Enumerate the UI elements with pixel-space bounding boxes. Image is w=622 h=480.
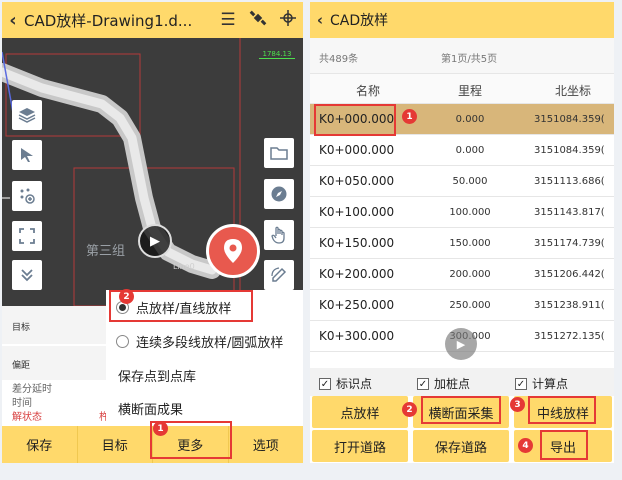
time-label: 时间 xyxy=(12,398,32,409)
screenshot-root: ‹ CAD放样-Drawing1.d... ☰ 1784.13 第三组 Line… xyxy=(0,0,622,480)
table-row[interactable]: K0+100.000 100.000 3151143.817( xyxy=(310,197,614,228)
badge-step-4-right: 4 xyxy=(518,438,533,453)
map-canvas[interactable]: 1784.13 第三组 Line0 ▶ xyxy=(2,38,303,306)
add-point-icon[interactable] xyxy=(12,181,42,211)
badge-step-1-left: 1 xyxy=(153,421,168,436)
table-row[interactable]: K0+050.000 50.000 3151113.686( xyxy=(310,166,614,197)
target-label: 目标 xyxy=(12,323,31,333)
map-drawing xyxy=(2,38,241,306)
back-icon[interactable]: ‹ xyxy=(310,11,330,29)
more-popup-menu: 点放样/直线放样 连续多段线放样/圆弧放样 保存点到点库 横断面成果 xyxy=(106,290,303,426)
satellite-icon[interactable] xyxy=(243,9,273,32)
menu-item-polyline-arc-stakeout[interactable]: 连续多段线放样/圆弧放样 xyxy=(106,326,303,356)
scale-bar: 1784.13 xyxy=(259,50,295,59)
group-label: 第三组 xyxy=(86,244,126,259)
column-mileage: 里程 xyxy=(457,84,482,98)
badge-step-2-left: 2 xyxy=(119,289,134,304)
diff-delay-label: 差分延时 xyxy=(12,384,52,395)
layers-icon[interactable] xyxy=(12,100,42,130)
target-row: 目标 xyxy=(2,306,106,344)
location-pin-icon[interactable] xyxy=(206,224,260,278)
table-row[interactable]: K0+000.000 0.000 3151084.359( xyxy=(310,135,614,166)
radio-unselected-icon[interactable] xyxy=(116,334,129,348)
hand-icon[interactable] xyxy=(264,220,294,250)
save-road-button[interactable]: 保存道路 xyxy=(413,430,509,462)
badge-step-2-right: 2 xyxy=(402,402,417,417)
checkbox-added-stake[interactable]: ✓ 加桩点 xyxy=(417,375,470,392)
tab-options[interactable]: 选项 xyxy=(229,426,304,463)
select-arrow-icon[interactable] xyxy=(12,140,42,170)
badge-step-3-right: 3 xyxy=(510,397,525,412)
play-overlay-icon[interactable]: ▶ xyxy=(445,328,477,360)
column-name: 名称 xyxy=(355,84,380,98)
cross-section-collect-button[interactable]: 横断面采集 xyxy=(413,396,509,428)
crosshair-icon[interactable] xyxy=(273,9,303,32)
compass-icon[interactable] xyxy=(264,179,294,209)
table-row[interactable]: K0+200.000 200.000 3151206.442( xyxy=(310,259,614,290)
check-icon: ✓ xyxy=(319,377,331,390)
bottom-tab-bar: 保存 目标 更多 选项 xyxy=(2,426,303,463)
list-stats: 共489条 第1页/共5页 xyxy=(310,38,614,74)
header-bar: ‹ CAD放样 xyxy=(310,2,614,38)
play-icon[interactable]: ▶ xyxy=(138,224,172,258)
open-road-button[interactable]: 打开道路 xyxy=(312,430,408,462)
tab-save[interactable]: 保存 xyxy=(2,426,78,463)
menu-icon[interactable]: ☰ xyxy=(213,10,243,30)
centerline-stakeout-button[interactable]: 中线放样 xyxy=(514,396,612,428)
page-title: CAD放样 xyxy=(330,13,389,29)
check-icon: ✓ xyxy=(515,377,527,390)
draw-icon[interactable] xyxy=(264,260,294,290)
header-bar: ‹ CAD放样-Drawing1.d... ☰ xyxy=(2,2,303,38)
cad-road-list-screen: ‹ CAD放样 共489条 第1页/共5页 名称 里程 北坐标 K0+000.0… xyxy=(310,2,614,463)
tab-target[interactable]: 目标 xyxy=(78,426,153,463)
check-icon: ✓ xyxy=(417,377,429,390)
point-stakeout-button[interactable]: 点放样 xyxy=(312,396,408,428)
table-header: 名称 里程 北坐标 xyxy=(310,74,614,104)
total-count: 共489条 xyxy=(319,54,359,65)
menu-item-save-point[interactable]: 保存点到点库 xyxy=(106,360,303,390)
table-row[interactable]: K0+150.000 150.000 3151174.739( xyxy=(310,228,614,259)
back-icon[interactable]: ‹ xyxy=(2,10,24,31)
table-row[interactable]: K0+250.000 250.000 3151238.911( xyxy=(310,290,614,321)
menu-item-point-line-stakeout[interactable]: 点放样/直线放样 xyxy=(106,292,303,322)
checkbox-calc-point[interactable]: ✓ 计算点 xyxy=(515,375,568,392)
line-label: Line0 xyxy=(173,262,195,271)
solution-state-label: 解状态 xyxy=(12,412,42,423)
menu-item-cross-section-results[interactable]: 横断面成果 xyxy=(106,393,303,423)
page-indicator: 第1页/共5页 xyxy=(441,54,498,65)
cad-stakeout-screen: ‹ CAD放样-Drawing1.d... ☰ 1784.13 第三组 Line… xyxy=(2,2,303,463)
badge-step-1-right: 1 xyxy=(402,109,417,124)
folder-icon[interactable] xyxy=(264,138,294,168)
checkbox-marker-point[interactable]: ✓ 标识点 xyxy=(319,375,372,392)
offset-row: 偏距 xyxy=(2,346,106,380)
offset-label: 偏距 xyxy=(12,361,31,371)
expand-down-icon[interactable] xyxy=(12,260,42,290)
fit-extent-icon[interactable] xyxy=(12,221,42,251)
column-north: 北坐标 xyxy=(554,84,591,98)
checkbox-row: ✓ 标识点 ✓ 加桩点 ✓ 计算点 xyxy=(310,368,614,396)
stake-table[interactable]: K0+000.000 0.000 3151084.359( K0+000.000… xyxy=(310,104,614,362)
table-row[interactable]: K0+000.000 0.000 3151084.359( xyxy=(310,104,614,135)
page-title: CAD放样-Drawing1.d... xyxy=(24,11,193,30)
